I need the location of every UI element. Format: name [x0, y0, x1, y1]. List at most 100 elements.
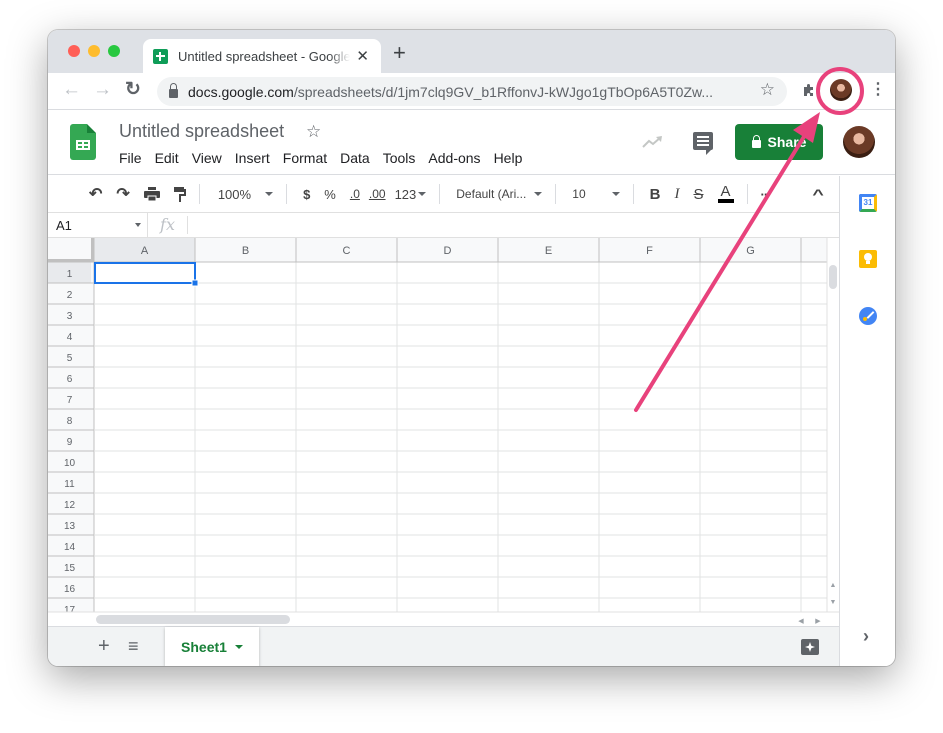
- forward-button[interactable]: →: [93, 80, 112, 99]
- toolbar-divider: [198, 184, 200, 204]
- menu-tools[interactable]: Tools: [383, 150, 416, 166]
- menu-file[interactable]: File: [119, 150, 142, 166]
- row-header-2[interactable]: 2: [67, 290, 73, 301]
- row-header-6[interactable]: 6: [67, 374, 73, 385]
- vertical-scroll-track[interactable]: [827, 238, 839, 626]
- row-header-5[interactable]: 5: [67, 353, 73, 364]
- row-header-8[interactable]: 8: [67, 416, 73, 427]
- comment-history-icon[interactable]: [693, 132, 713, 155]
- sheets-logo-icon[interactable]: [70, 124, 96, 160]
- column-header-G[interactable]: G: [746, 245, 755, 257]
- paint-format-button[interactable]: [173, 186, 186, 202]
- cell-reference: A1: [56, 217, 72, 233]
- redo-button[interactable]: ↷: [116, 184, 129, 204]
- row-header-11[interactable]: 11: [64, 479, 75, 490]
- activity-trend-icon[interactable]: [642, 135, 664, 149]
- add-sheet-button[interactable]: +: [98, 635, 110, 658]
- sheet-tab[interactable]: Sheet1: [165, 627, 259, 666]
- increase-decimal-button[interactable]: .00: [369, 187, 386, 201]
- calendar-icon[interactable]: 31: [859, 194, 877, 212]
- menu-data[interactable]: Data: [340, 150, 370, 166]
- bookmark-star-icon[interactable]: ☆: [760, 80, 775, 100]
- close-tab-icon[interactable]: ✕: [356, 47, 369, 65]
- menu-addons[interactable]: Add-ons: [428, 150, 480, 166]
- share-button[interactable]: Share: [735, 124, 823, 160]
- column-header-A[interactable]: A: [141, 245, 149, 257]
- row-header-12[interactable]: 12: [64, 500, 76, 511]
- more-options-button[interactable]: ···: [761, 187, 772, 202]
- text-color-button[interactable]: A: [717, 184, 734, 203]
- back-button[interactable]: ←: [62, 80, 81, 99]
- zoom-select[interactable]: 100%: [218, 187, 274, 202]
- browser-tab[interactable]: Untitled spreadsheet - Google Sheets ✕: [143, 39, 381, 73]
- row-header-13[interactable]: 13: [64, 521, 76, 532]
- account-avatar[interactable]: [843, 126, 875, 158]
- strikethrough-button[interactable]: S: [694, 186, 704, 203]
- menu-help[interactable]: Help: [494, 150, 523, 166]
- browser-menu-icon[interactable]: ⋮: [870, 82, 886, 98]
- formula-input[interactable]: [188, 213, 839, 237]
- window-minimize-button[interactable]: [88, 45, 100, 57]
- scroll-left-arrow[interactable]: ◀: [798, 618, 804, 625]
- bold-button[interactable]: B: [650, 186, 661, 203]
- star-document-icon[interactable]: ☆: [306, 122, 321, 142]
- browser-window: Untitled spreadsheet - Google Sheets ✕ +…: [48, 30, 895, 666]
- column-header-D[interactable]: D: [444, 245, 452, 257]
- column-header-C[interactable]: C: [343, 245, 351, 257]
- column-header-F[interactable]: F: [646, 245, 653, 257]
- explore-icon: [805, 642, 815, 652]
- percent-format-button[interactable]: %: [324, 187, 336, 202]
- row-header-14[interactable]: 14: [64, 542, 76, 553]
- keep-icon[interactable]: [859, 250, 877, 268]
- grid-canvas[interactable]: A B C D E F G1234567891011121314151617▲▼◀ ▶: [48, 238, 839, 626]
- row-header-1[interactable]: 1: [67, 269, 73, 280]
- column-header-B[interactable]: B: [242, 245, 249, 257]
- decrease-decimal-button[interactable]: .0: [350, 187, 360, 201]
- column-header-E[interactable]: E: [545, 245, 552, 257]
- row-header-10[interactable]: 10: [64, 458, 76, 469]
- explore-button[interactable]: [801, 639, 819, 655]
- scroll-up-arrow[interactable]: ▲: [830, 582, 837, 589]
- menu-edit[interactable]: Edit: [155, 150, 179, 166]
- all-sheets-button[interactable]: ≡: [128, 636, 139, 657]
- scroll-right-arrow[interactable]: ▶: [815, 618, 821, 625]
- currency-format-button[interactable]: $: [303, 187, 310, 202]
- spreadsheet-grid[interactable]: A B C D E F G 1 2 3 4 5 6 7 8 9 10 11 12 13 14 15 16 17 ▲ ▼ ◀ ▶: [48, 238, 839, 626]
- row-header-7[interactable]: 7: [67, 395, 73, 406]
- profile-avatar[interactable]: [830, 79, 852, 101]
- print-icon: [143, 187, 160, 201]
- italic-button[interactable]: I: [675, 186, 680, 203]
- document-title[interactable]: Untitled spreadsheet: [119, 121, 284, 142]
- vertical-scrollbar-thumb[interactable]: [829, 265, 837, 289]
- sheet-tab-bar: + ≡ Sheet1: [48, 626, 839, 666]
- collapse-toolbar-button[interactable]: ^: [812, 186, 823, 202]
- row-header-16[interactable]: 16: [64, 584, 76, 595]
- row-header-9[interactable]: 9: [67, 437, 73, 448]
- new-tab-button[interactable]: +: [393, 42, 406, 64]
- extensions-puzzle-icon[interactable]: [801, 82, 817, 98]
- print-button[interactable]: [143, 187, 160, 201]
- row-header-3[interactable]: 3: [67, 311, 73, 322]
- menu-view[interactable]: View: [192, 150, 222, 166]
- window-close-button[interactable]: [68, 45, 80, 57]
- fill-handle[interactable]: [191, 279, 199, 287]
- scroll-down-arrow[interactable]: ▼: [830, 599, 837, 606]
- horizontal-scrollbar-thumb[interactable]: [96, 615, 290, 624]
- font-size-value: 10: [572, 187, 586, 201]
- select-all-corner[interactable]: [48, 238, 94, 262]
- tasks-icon[interactable]: [859, 307, 877, 325]
- row-header-15[interactable]: 15: [64, 563, 76, 574]
- address-bar[interactable]: docs.google.com/spreadsheets/d/1jm7clq9G…: [157, 77, 787, 106]
- selected-cell-a1[interactable]: [94, 262, 196, 284]
- font-family-select[interactable]: Default (Ari...: [456, 187, 543, 201]
- expand-side-panel-button[interactable]: ›: [863, 626, 869, 647]
- window-zoom-button[interactable]: [108, 45, 120, 57]
- undo-button[interactable]: ↶: [89, 184, 102, 204]
- menu-format[interactable]: Format: [283, 150, 327, 166]
- font-size-select[interactable]: 10: [572, 187, 620, 201]
- reload-button[interactable]: ↻: [125, 80, 141, 99]
- more-formats-button[interactable]: 123: [395, 187, 427, 202]
- row-header-4[interactable]: 4: [67, 332, 73, 343]
- menu-insert[interactable]: Insert: [235, 150, 270, 166]
- name-box[interactable]: A1: [48, 213, 148, 237]
